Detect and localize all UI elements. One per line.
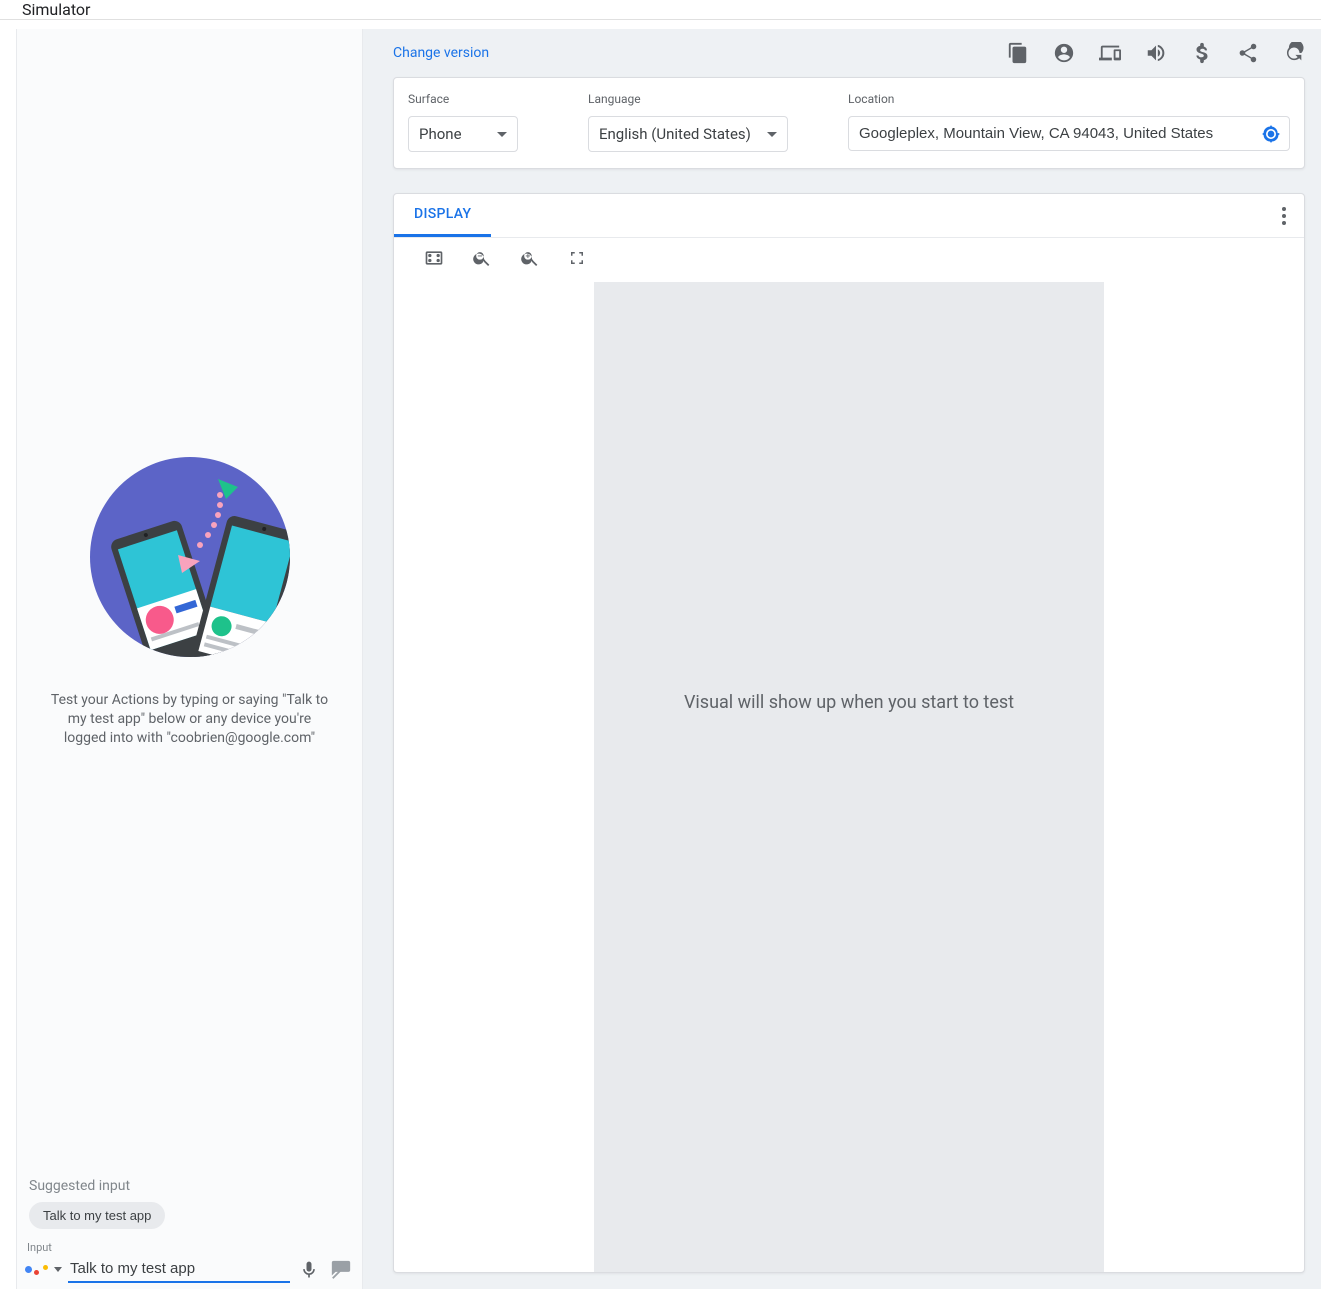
- settings-card: Surface Phone Language English (United S…: [393, 77, 1305, 169]
- page-title: Simulator: [22, 0, 90, 19]
- chip-row: Talk to my test app: [29, 1202, 350, 1229]
- fit-screen-icon[interactable]: [424, 248, 444, 268]
- preview-stage: Visual will show up when you start to te…: [594, 282, 1104, 1272]
- suggestion-chip[interactable]: Talk to my test app: [29, 1202, 165, 1229]
- hero-illustration: [80, 449, 300, 665]
- share-icon[interactable]: [1237, 42, 1259, 64]
- suggested-label: Suggested input: [29, 1178, 350, 1194]
- change-version-link[interactable]: Change version: [393, 45, 489, 61]
- zoom-in-icon[interactable]: [520, 248, 540, 268]
- mic-icon[interactable]: [296, 1257, 322, 1283]
- location-label: Location: [848, 92, 1290, 106]
- tab-display[interactable]: DISPLAY: [394, 194, 491, 237]
- more-icon[interactable]: [1276, 201, 1292, 231]
- display-card: DISPLAY Visual will show up when you sta…: [393, 193, 1305, 1273]
- refresh-icon[interactable]: [1283, 42, 1305, 64]
- monetize-icon[interactable]: [1191, 42, 1213, 64]
- language-label: Language: [588, 92, 808, 106]
- devices-icon[interactable]: [1099, 42, 1121, 64]
- zoom-out-icon[interactable]: [472, 248, 492, 268]
- my-location-icon[interactable]: [1261, 124, 1281, 144]
- account-icon[interactable]: [1053, 42, 1075, 64]
- surface-value: Phone: [419, 125, 462, 143]
- language-select[interactable]: English (United States): [588, 116, 788, 152]
- input-label: Input: [27, 1241, 354, 1254]
- chevron-down-icon: [497, 132, 507, 137]
- stage-placeholder: Visual will show up when you start to te…: [684, 692, 1014, 713]
- surface-label: Surface: [408, 92, 548, 106]
- chat-panel: Test your Actions by typing or saying "T…: [16, 29, 363, 1289]
- fullscreen-icon[interactable]: [568, 249, 586, 267]
- volume-icon[interactable]: [1145, 42, 1167, 64]
- intro-text: Test your Actions by typing or saying "T…: [50, 691, 330, 748]
- send-disabled-icon: [328, 1257, 354, 1283]
- location-input[interactable]: [859, 117, 1261, 150]
- assistant-mode-switch[interactable]: [25, 1264, 62, 1275]
- surface-select[interactable]: Phone: [408, 116, 518, 152]
- chevron-down-icon: [767, 132, 777, 137]
- app-header: Simulator: [0, 0, 1321, 20]
- query-input[interactable]: [68, 1256, 290, 1283]
- language-value: English (United States): [599, 125, 751, 143]
- right-area: Change version Surface Phone: [363, 29, 1321, 1289]
- copy-icon[interactable]: [1007, 42, 1029, 64]
